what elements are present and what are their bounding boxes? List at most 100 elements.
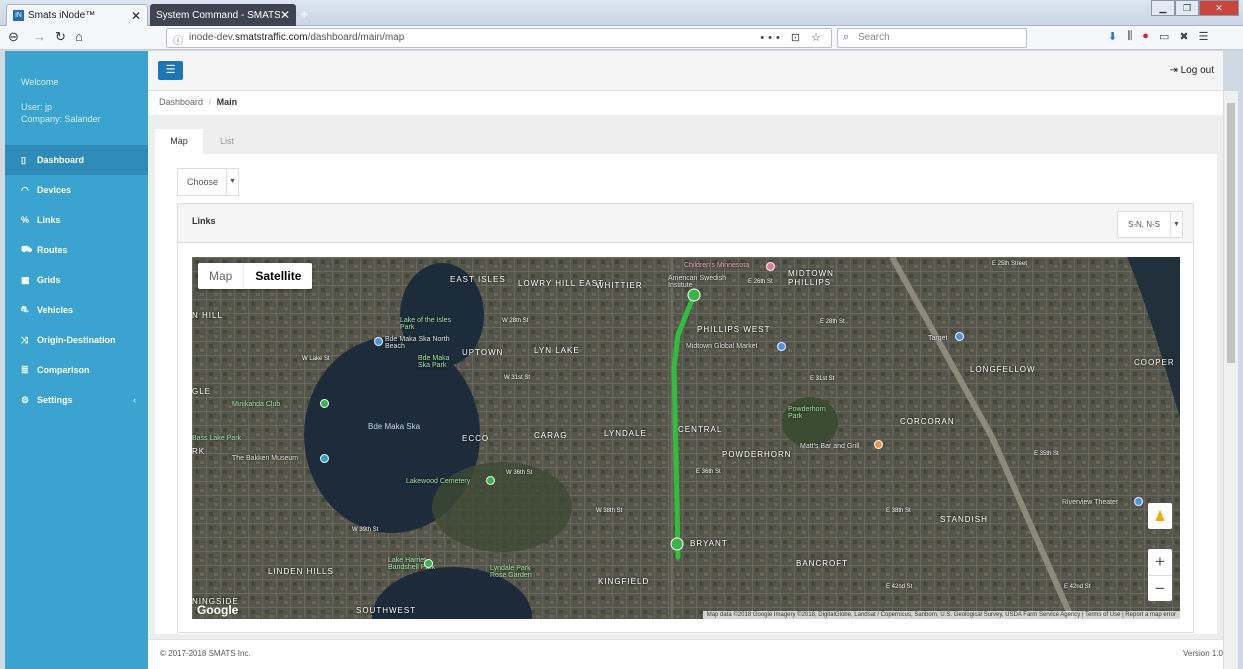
place-label: Bde Maka Ska North Beach	[385, 336, 450, 350]
page-actions-icon[interactable]: ••• ⊡ ☆	[760, 31, 825, 44]
sidebar-item-origin-destination[interactable]: ⤨ Origin-Destination	[5, 325, 148, 355]
street-view-pegman-icon[interactable]: ♟	[1148, 503, 1172, 529]
map-canvas[interactable]: Map Satellite EAST ISLES LOWRY HILL EAST…	[192, 257, 1180, 619]
neighborhood-label: CENTRAL	[678, 425, 723, 434]
sidebar: Welcome User: jp Company: Salander ▯ Dash…	[5, 51, 148, 669]
map-type-satellite[interactable]: Satellite	[243, 263, 312, 289]
direction-select[interactable]: S-N, N-S ▼	[1117, 211, 1183, 238]
google-logo: Google	[197, 603, 239, 617]
breadcrumb-dashboard[interactable]: Dashboard	[159, 97, 203, 107]
new-tab-icon[interactable]: +	[300, 6, 308, 22]
museum-pin-icon[interactable]	[320, 454, 329, 463]
neighborhood-label: ECCO	[462, 434, 490, 443]
window-close-icon[interactable]: ✕	[1199, 0, 1239, 16]
links-title: Links	[192, 216, 216, 226]
download-icon[interactable]: ⬇	[1108, 30, 1117, 43]
back-icon[interactable]: ⊖	[8, 29, 19, 45]
forward-icon[interactable]: →	[33, 29, 46, 44]
neighborhood-label: LONGFELLOW	[970, 365, 1036, 374]
adblock-icon[interactable]: ●	[1142, 30, 1149, 43]
browser-tab-inactive[interactable]: System Command - SMATS (Smart ✕	[150, 4, 296, 26]
place-label: Minikahda Club	[232, 401, 281, 408]
map-panel: Choose ▼ Links S-N, N-S ▼ Map Satellite …	[155, 154, 1217, 634]
street-label: E 42nd St	[886, 584, 913, 590]
street-label: W 31st St	[504, 375, 531, 381]
sidebar-item-settings[interactable]: ⚙ Settings ‹	[5, 385, 148, 415]
logout-button[interactable]: ⇥ Log out	[1169, 65, 1214, 76]
neighborhood-label: KINGFIELD	[598, 577, 650, 586]
place-label: Bde Maka Ska Park	[418, 355, 450, 369]
menu-icon[interactable]: ☰	[1199, 30, 1209, 43]
neighborhood-label: SOUTHWEST	[356, 606, 417, 615]
sidebar-item-routes[interactable]: ⛟ Routes	[5, 235, 148, 265]
shopping-pin-icon[interactable]	[955, 332, 964, 341]
library-icon[interactable]: ⫼	[1127, 30, 1132, 43]
neighborhood-label: GLE	[192, 387, 212, 396]
neighborhood-label: LINDEN HILLS	[268, 567, 334, 576]
browser-tab-active[interactable]: iN Smats iNode™ ✕	[6, 4, 148, 26]
tab-list[interactable]: List	[203, 129, 251, 154]
neighborhood-label: UPTOWN	[462, 348, 504, 357]
place-label: The Bakken Museum	[232, 455, 299, 462]
sidebar-icon[interactable]: ▭	[1159, 30, 1169, 43]
sidebar-item-dashboard[interactable]: ▯ Dashboard	[5, 145, 148, 175]
hospital-pin-icon[interactable]	[766, 262, 775, 271]
hamburger-icon: ☰	[165, 64, 176, 76]
tab-map[interactable]: Map	[155, 129, 203, 154]
search-icon: ⌕	[843, 31, 850, 43]
version: Version 1.0	[1182, 649, 1223, 658]
place-label: Matt's Bar and Grill	[800, 443, 860, 450]
minimize-icon[interactable]: ▁	[1151, 0, 1175, 16]
url-bar[interactable]: ⓘ inode-dev.smatstraffic.com/dashboard/m…	[166, 28, 832, 48]
reload-icon[interactable]: ↻	[55, 29, 66, 45]
neighborhood-label: STANDISH	[940, 515, 988, 524]
shopping-pin-icon[interactable]	[777, 342, 786, 351]
map-attribution[interactable]: Map data ©2018 Google Imagery ©2018, Dig…	[702, 611, 1180, 619]
choose-select[interactable]: Choose ▼	[177, 168, 239, 196]
menu-toggle-button[interactable]: ☰	[158, 61, 183, 80]
scrollbar-thumb[interactable]	[1227, 103, 1235, 363]
place-label: Midtown Global Market	[686, 343, 758, 350]
sidebar-item-vehicles[interactable]: ⛐ Vehicles	[5, 295, 148, 325]
golf-pin-icon[interactable]	[320, 399, 329, 408]
direction-value: S-N, N-S	[1128, 220, 1160, 229]
beach-pin-icon[interactable]	[374, 337, 383, 346]
zoom-out-button[interactable]: −	[1148, 576, 1172, 602]
route-start-marker[interactable]	[687, 288, 701, 302]
zoom-in-button[interactable]: +	[1148, 549, 1172, 575]
street-label: E 31st St	[810, 376, 835, 382]
main-content: ☰ ⇥ Log out Dashboard / Main Map List Ch…	[148, 51, 1223, 669]
sidebar-item-label: Grids	[37, 275, 61, 285]
sidebar-item-comparison[interactable]: ≣ Comparison	[5, 355, 148, 385]
maximize-icon[interactable]: ❐	[1175, 0, 1199, 16]
smats-favicon-icon: iN	[13, 10, 24, 21]
sidebar-item-links[interactable]: % Links	[5, 205, 148, 235]
street-label: E 25th Street	[992, 261, 1028, 267]
links-card: Links S-N, N-S ▼ Map Satellite EAST ISLE…	[177, 203, 1194, 633]
sidebar-item-devices[interactable]: ◠ Devices	[5, 175, 148, 205]
park-pin-icon[interactable]	[424, 559, 433, 568]
sidebar-item-label: Links	[37, 215, 61, 225]
neighborhood-label: MIDTOWN PHILLIPS	[788, 269, 834, 287]
theater-pin-icon[interactable]	[1134, 497, 1143, 506]
lake-label: Bde Maka Ska	[368, 422, 421, 431]
cemetery-pin-icon[interactable]	[486, 476, 495, 485]
close-icon[interactable]: ✕	[131, 9, 141, 23]
copyright: © 2017-2018 SMATS Inc.	[160, 649, 251, 658]
neighborhood-label: BRYANT	[690, 539, 728, 548]
info-icon[interactable]: ⓘ	[173, 32, 183, 47]
page-scrollbar[interactable]	[1223, 91, 1238, 669]
logout-label: Log out	[1180, 65, 1214, 76]
tab-title: Smats iNode™	[28, 10, 96, 21]
restaurant-pin-icon[interactable]	[874, 440, 883, 449]
search-input[interactable]: ⌕ Search	[837, 28, 1027, 48]
breadcrumb: Dashboard / Main	[148, 91, 1223, 115]
map-type-map[interactable]: Map	[198, 263, 243, 289]
sidebar-item-grids[interactable]: ▦ Grids	[5, 265, 148, 295]
home-icon[interactable]: ⌂	[75, 29, 83, 44]
street-label: E 35th St	[1034, 451, 1059, 457]
url-host: smatstraffic.com	[234, 32, 308, 43]
extension-icon[interactable]: ✖	[1179, 30, 1188, 43]
close-icon[interactable]: ✕	[280, 8, 290, 22]
route-end-marker[interactable]	[670, 537, 684, 551]
